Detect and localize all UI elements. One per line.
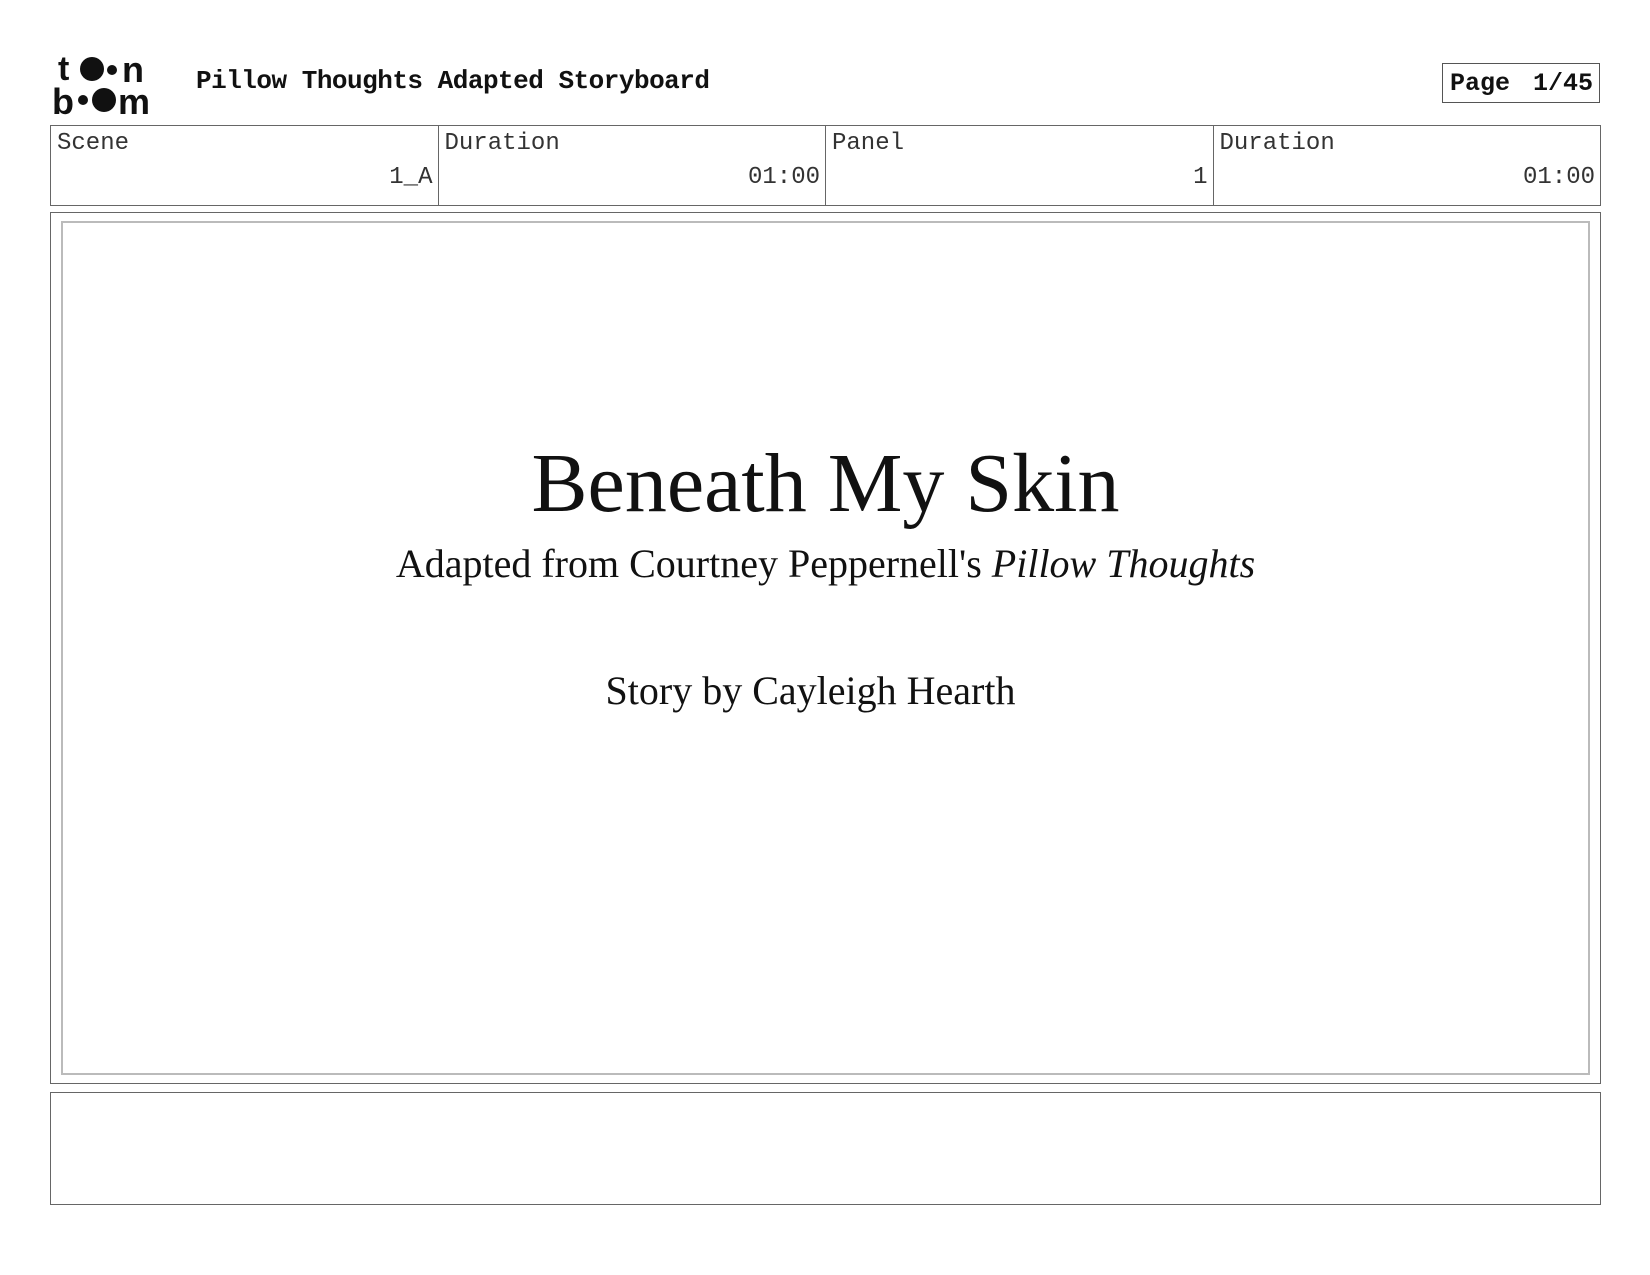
svg-text:b: b xyxy=(52,81,74,116)
scene-cell: Scene 1_A xyxy=(51,126,438,205)
panel-cell: Panel 1 xyxy=(825,126,1213,205)
panel-duration-cell: Duration 01:00 xyxy=(1212,126,1601,205)
toon-boom-logo: t n b m xyxy=(52,52,174,116)
panel-duration-value: 01:00 xyxy=(1522,164,1595,191)
scene-label: Scene xyxy=(57,130,130,157)
story-credit: Story by Cayleigh Hearth xyxy=(605,668,1016,713)
panel-canvas: Beneath My Skin Adapted from Courtney Pe… xyxy=(61,221,1590,1075)
subtitle-book-title: Pillow Thoughts xyxy=(991,541,1256,586)
scene-duration-cell: Duration 01:00 xyxy=(437,126,826,205)
story-subtitle: Adapted from Courtney Peppernell's Pillo… xyxy=(63,540,1588,587)
subtitle-prefix: Adapted from Courtney Peppernell's xyxy=(395,541,992,586)
scene-duration-value: 01:00 xyxy=(747,164,820,191)
document-title: Pillow Thoughts Adapted Storyboard xyxy=(196,66,710,96)
toon-boom-logo-icon: t n b m xyxy=(52,52,150,116)
panel-duration-label: Duration xyxy=(1219,130,1335,157)
scene-duration-label: Duration xyxy=(444,130,560,157)
page-label: Page xyxy=(1450,68,1511,98)
panel-value: 1 xyxy=(1193,164,1208,191)
page-indicator: Page 1/45 xyxy=(1442,63,1600,103)
scene-info-row: Scene 1_A Duration 01:00 Panel 1 Duratio… xyxy=(50,125,1601,206)
scene-value: 1_A xyxy=(389,164,433,191)
panel-label: Panel xyxy=(832,130,905,157)
panel-notes xyxy=(50,1092,1601,1205)
svg-text:m: m xyxy=(118,81,150,116)
story-title: Beneath My Skin xyxy=(531,437,1120,530)
page-number: 1/45 xyxy=(1532,68,1593,98)
panel-frame: Beneath My Skin Adapted from Courtney Pe… xyxy=(50,212,1601,1084)
